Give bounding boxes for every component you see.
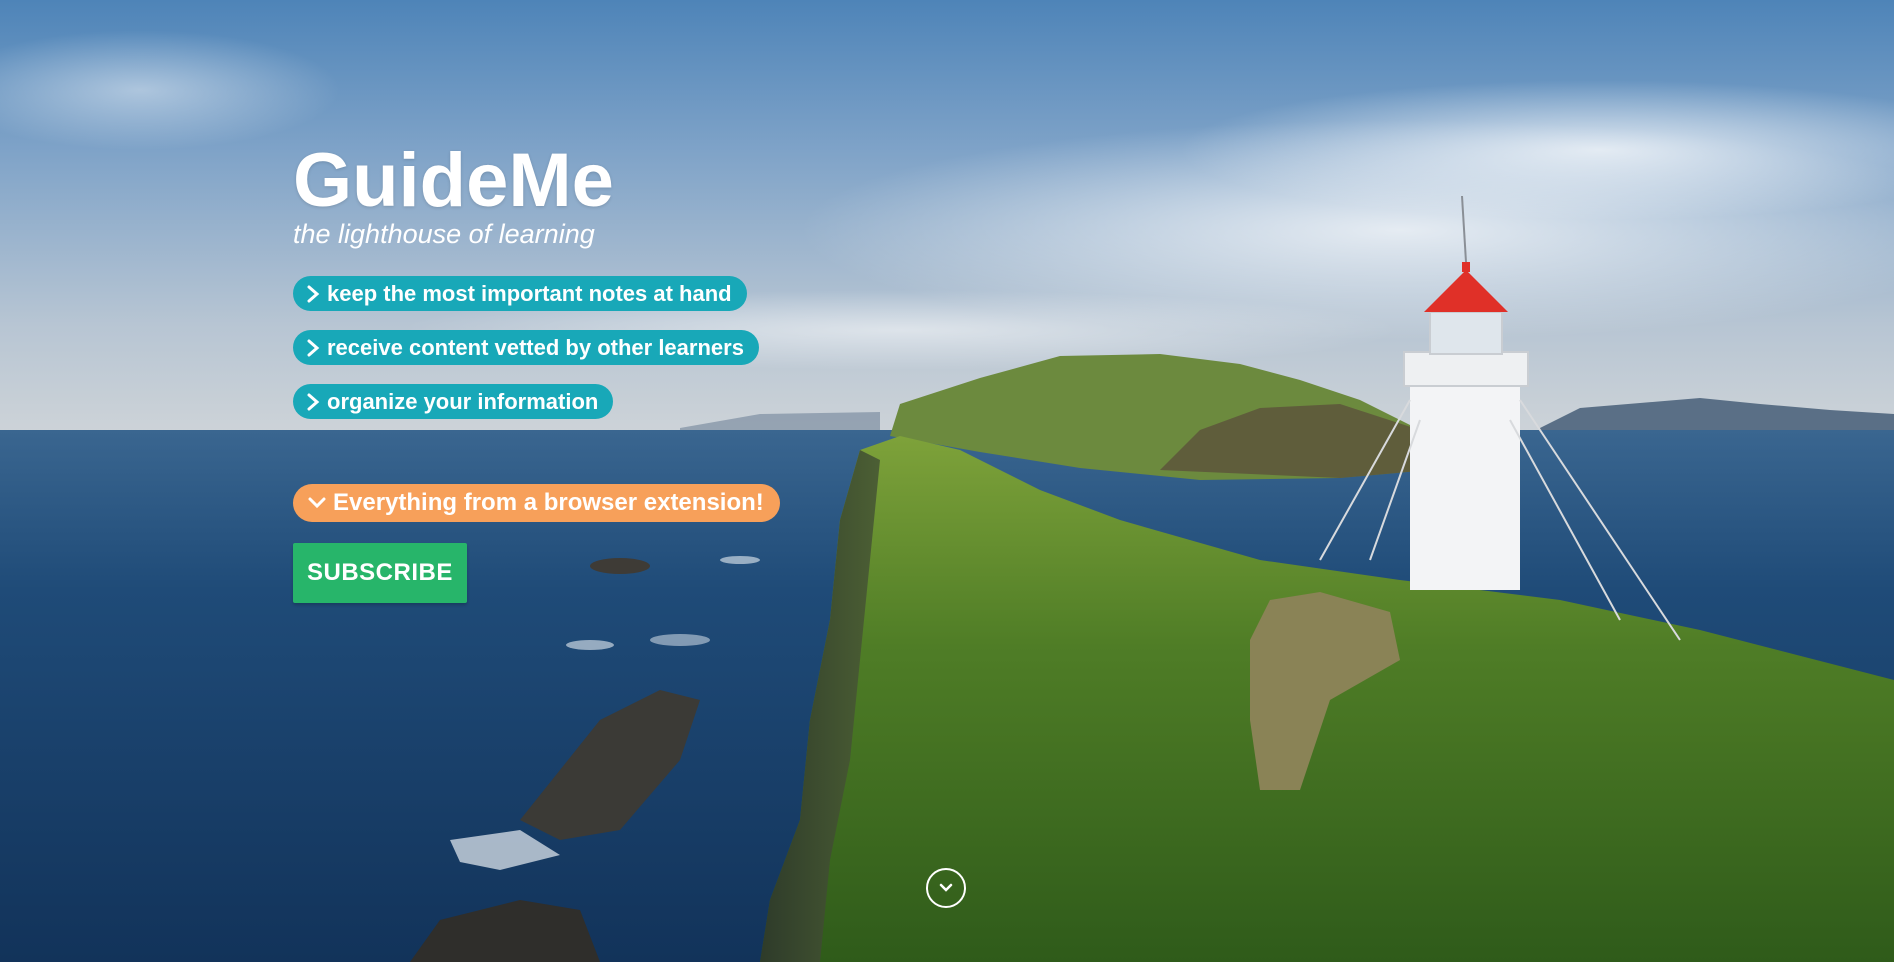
page-title: GuideMe [293, 138, 614, 223]
feature-label: organize your information [327, 388, 599, 414]
browser-extension-banner: Everything from a browser extension! [293, 484, 780, 522]
hero-content: GuideMe the lighthouse of learning keep … [293, 140, 893, 603]
hero-section: GuideMe the lighthouse of learning keep … [0, 0, 1894, 962]
feature-pill-vetted: receive content vetted by other learners [293, 330, 759, 365]
subscribe-button[interactable]: SUBSCRIBE [293, 543, 467, 603]
lighthouse-landscape-background [0, 0, 1894, 962]
feature-pill-notes: keep the most important notes at hand [293, 276, 747, 311]
chevron-right-icon [307, 393, 320, 410]
cta-row: Everything from a browser extension! [293, 484, 893, 541]
feature-pill-organize: organize your information [293, 384, 614, 419]
feature-label: keep the most important notes at hand [327, 280, 732, 306]
feature-list: keep the most important notes at hand re… [293, 276, 893, 438]
tagline: the lighthouse of learning [293, 219, 595, 249]
chevron-down-icon [308, 497, 326, 509]
banner-label: Everything from a browser extension! [333, 489, 764, 516]
chevron-right-icon [307, 285, 320, 302]
chevron-down-circle-icon [939, 883, 953, 892]
scroll-down-button[interactable] [926, 868, 966, 908]
feature-label: receive content vetted by other learners [327, 334, 744, 360]
chevron-right-icon [307, 339, 320, 356]
